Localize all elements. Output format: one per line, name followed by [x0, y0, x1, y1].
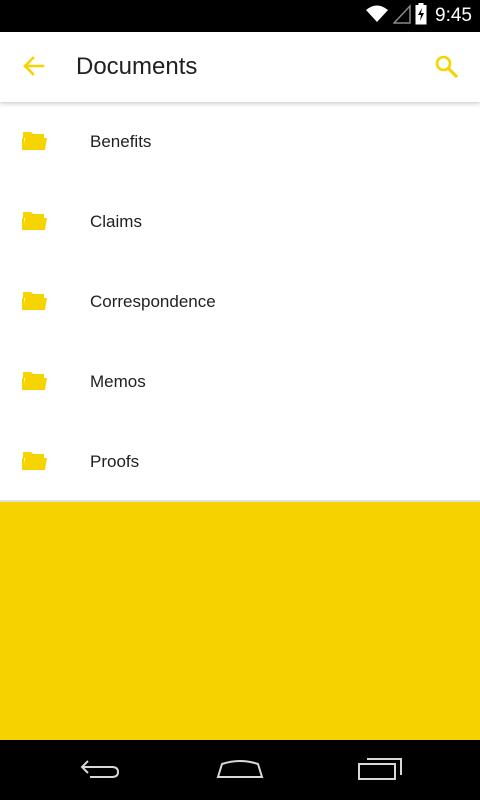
list-item[interactable]: Proofs: [0, 422, 480, 502]
recents-nav-icon: [357, 755, 403, 786]
list-item[interactable]: Memos: [0, 342, 480, 422]
footer-panel: [0, 502, 480, 740]
back-nav-button[interactable]: [70, 750, 130, 790]
back-nav-icon: [78, 756, 122, 785]
folder-icon: [22, 370, 48, 392]
recents-nav-button[interactable]: [350, 750, 410, 790]
list-item-label: Benefits: [90, 132, 152, 151]
folder-icon: [22, 290, 48, 312]
app-bar: Documents: [0, 32, 480, 102]
wifi-icon: [365, 4, 389, 29]
nav-bar: [0, 740, 480, 800]
search-button[interactable]: [426, 48, 466, 88]
list-item-label: Memos: [90, 372, 146, 391]
list-item[interactable]: Claims: [0, 182, 480, 262]
list-item-label: Claims: [90, 212, 142, 231]
list-item-label: Proofs: [90, 452, 140, 471]
arrow-back-icon: [22, 54, 46, 83]
list-item[interactable]: Correspondence: [0, 262, 480, 342]
page-title: Documents: [76, 53, 198, 80]
status-icons: 9:45: [365, 0, 472, 32]
list-item-label: Correspondence: [90, 292, 216, 311]
folder-icon: [22, 450, 48, 472]
home-nav-icon: [216, 756, 264, 785]
battery-icon: [415, 2, 427, 30]
back-button[interactable]: [14, 48, 54, 88]
folder-icon: [22, 130, 48, 152]
signal-icon: [392, 3, 411, 29]
list-item[interactable]: Benefits: [0, 102, 480, 182]
home-nav-button[interactable]: [210, 750, 270, 790]
search-icon: [434, 54, 459, 83]
status-bar: 9:45: [0, 0, 480, 32]
status-time: 9:45: [435, 5, 472, 26]
folder-list: Benefits Claims Correspondence Memos Pro…: [0, 102, 480, 500]
folder-icon: [22, 210, 48, 232]
